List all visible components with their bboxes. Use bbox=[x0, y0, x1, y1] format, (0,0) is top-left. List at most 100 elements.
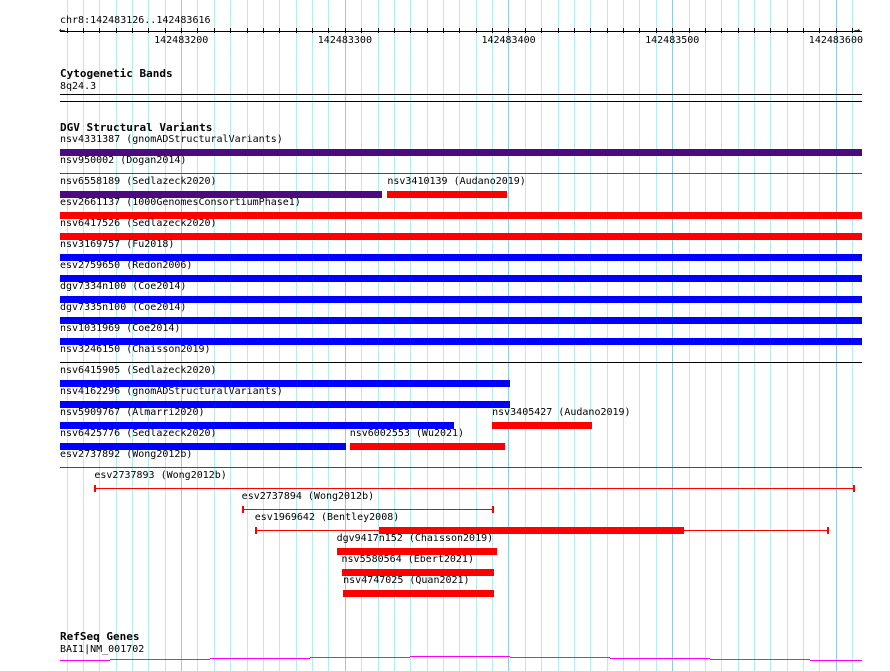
ruler-tick bbox=[197, 28, 198, 33]
variant-start-cap bbox=[254, 527, 257, 534]
variant-line[interactable] bbox=[60, 467, 862, 468]
ruler-tick bbox=[787, 28, 788, 33]
variant-label[interactable]: nsv4747025 (Quan2021) bbox=[343, 575, 469, 587]
variant-label[interactable]: nsv950002 (Dogan2014) bbox=[60, 155, 186, 167]
gene-segment[interactable] bbox=[210, 658, 310, 659]
variant-label[interactable]: nsv6425776 (Sedlazeck2020) bbox=[60, 428, 217, 440]
variant-label[interactable]: nsv5580564 (Ebert2021) bbox=[342, 554, 474, 566]
gene-label[interactable]: BAI1|NM_001702 bbox=[60, 644, 144, 656]
ruler-tick bbox=[705, 28, 706, 33]
variant-label[interactable]: esv2737892 (Wong2012b) bbox=[60, 449, 192, 461]
gene-segment[interactable] bbox=[310, 657, 410, 658]
ruler-tick bbox=[803, 28, 804, 33]
ruler-tick bbox=[852, 28, 853, 33]
cytoband-label: 8q24.3 bbox=[60, 81, 97, 92]
variant-line[interactable] bbox=[94, 488, 856, 489]
variant-end-cap bbox=[853, 485, 856, 492]
ruler-tick bbox=[165, 28, 166, 33]
genome-browser: chr8:142483126..142483616 ← → 142483200 142… bbox=[0, 0, 890, 671]
variant-line[interactable] bbox=[60, 362, 862, 363]
variant-label[interactable]: dgv7335n100 (Coe2014) bbox=[60, 302, 186, 314]
ruler-tick bbox=[770, 28, 771, 33]
ruler-tick-label: 142483200 bbox=[154, 35, 209, 46]
gene-segment[interactable] bbox=[110, 659, 210, 660]
ruler-tick bbox=[738, 28, 739, 33]
variant-line[interactable] bbox=[241, 509, 494, 510]
ruler-tick bbox=[721, 28, 722, 33]
gene-segment[interactable] bbox=[410, 656, 510, 657]
ruler-tick bbox=[328, 28, 329, 33]
variant-label[interactable]: esv2661137 (1000GenomesConsortiumPhase1) bbox=[60, 197, 301, 209]
ruler-tick bbox=[394, 28, 395, 33]
variant-label[interactable]: nsv6002553 (Wu2021) bbox=[350, 428, 464, 440]
ruler-tick bbox=[689, 28, 690, 33]
region-label: chr8:142483126..142483616 bbox=[60, 15, 211, 26]
ruler-tick bbox=[214, 28, 215, 33]
ruler-tick bbox=[378, 28, 379, 33]
ruler-tick bbox=[296, 28, 297, 33]
ruler-tick bbox=[312, 28, 313, 33]
variant-label[interactable]: nsv5909767 (Almarri2020) bbox=[60, 407, 205, 419]
ruler-tick bbox=[345, 28, 346, 33]
cytoband-line-bottom bbox=[60, 101, 862, 102]
variant-bar[interactable] bbox=[492, 422, 592, 429]
ruler-tick-label: 142483500 bbox=[645, 35, 700, 46]
ruler-arrow-left-icon[interactable]: ← bbox=[59, 25, 65, 37]
ruler-tick bbox=[132, 28, 133, 33]
ruler-tick bbox=[459, 28, 460, 33]
ruler-tick-label: 142483400 bbox=[481, 35, 536, 46]
variant-start-cap bbox=[241, 506, 244, 513]
cytogenetic-bands-title: Cytogenetic Bands bbox=[60, 67, 173, 80]
ruler-tick bbox=[558, 28, 559, 33]
ruler-tick bbox=[754, 28, 755, 33]
gene-segment[interactable] bbox=[610, 658, 710, 659]
variant-label[interactable]: nsv6417526 (Sedlazeck2020) bbox=[60, 218, 217, 230]
variant-bar[interactable] bbox=[349, 443, 506, 450]
gene-segment[interactable] bbox=[710, 659, 810, 660]
variant-label[interactable]: nsv6415905 (Sedlazeck2020) bbox=[60, 365, 217, 377]
ruler-tick bbox=[443, 28, 444, 33]
ruler-tick bbox=[672, 28, 673, 33]
ruler-tick bbox=[67, 28, 68, 33]
variant-label[interactable]: esv2737894 (Wong2012b) bbox=[242, 491, 374, 503]
variant-bar[interactable] bbox=[387, 191, 507, 198]
ruler-tick bbox=[263, 28, 264, 33]
variant-bar[interactable] bbox=[343, 590, 494, 597]
variant-label[interactable]: dgv7334n100 (Coe2014) bbox=[60, 281, 186, 293]
gene-segment[interactable] bbox=[60, 660, 110, 661]
variant-end-cap bbox=[827, 527, 830, 534]
ruler-tick bbox=[525, 28, 526, 33]
variant-start-cap bbox=[94, 485, 97, 492]
refseq-track-title: RefSeq Genes bbox=[60, 630, 140, 643]
ruler-tick bbox=[427, 28, 428, 33]
variant-label[interactable]: nsv3246150 (Chaisson2019) bbox=[60, 344, 211, 356]
variant-label[interactable]: nsv1031969 (Coe2014) bbox=[60, 323, 180, 335]
variant-label[interactable]: nsv3405427 (Audano2019) bbox=[492, 407, 630, 419]
variant-label[interactable]: nsv3410139 (Audano2019) bbox=[387, 176, 525, 188]
ruler-tick bbox=[148, 28, 149, 33]
variant-line[interactable] bbox=[60, 173, 862, 174]
ruler-tick bbox=[541, 28, 542, 33]
variant-label[interactable]: esv1969642 (Bentley2008) bbox=[255, 512, 400, 524]
ruler-tick bbox=[590, 28, 591, 33]
gene-segment[interactable] bbox=[810, 660, 862, 661]
variant-label[interactable]: nsv6558189 (Sedlazeck2020) bbox=[60, 176, 217, 188]
ruler-tick bbox=[476, 28, 477, 33]
ruler-tick bbox=[361, 28, 362, 33]
variant-label[interactable]: nsv4331387 (gnomADStructuralVariants) bbox=[60, 134, 283, 146]
ruler-tick bbox=[410, 28, 411, 33]
dgv-track-title: DGV Structural Variants bbox=[60, 121, 213, 134]
variant-label[interactable]: nsv3169757 (Fu2018) bbox=[60, 239, 174, 251]
ruler-tick-label: 142483300 bbox=[317, 35, 372, 46]
variant-label[interactable]: esv2759650 (Redon2006) bbox=[60, 260, 192, 272]
ruler-tick bbox=[83, 28, 84, 33]
variant-label[interactable]: nsv4162296 (gnomADStructuralVariants) bbox=[60, 386, 283, 398]
ruler-tick bbox=[607, 28, 608, 33]
variant-bar[interactable] bbox=[60, 233, 862, 240]
variant-label[interactable]: dgv9417n152 (Chaisson2019) bbox=[337, 533, 494, 545]
variant-label[interactable]: esv2737893 (Wong2012b) bbox=[94, 470, 226, 482]
ruler-tick bbox=[639, 28, 640, 33]
ruler-tick bbox=[181, 28, 182, 33]
ruler-tick bbox=[836, 28, 837, 33]
gene-segment[interactable] bbox=[510, 657, 610, 658]
